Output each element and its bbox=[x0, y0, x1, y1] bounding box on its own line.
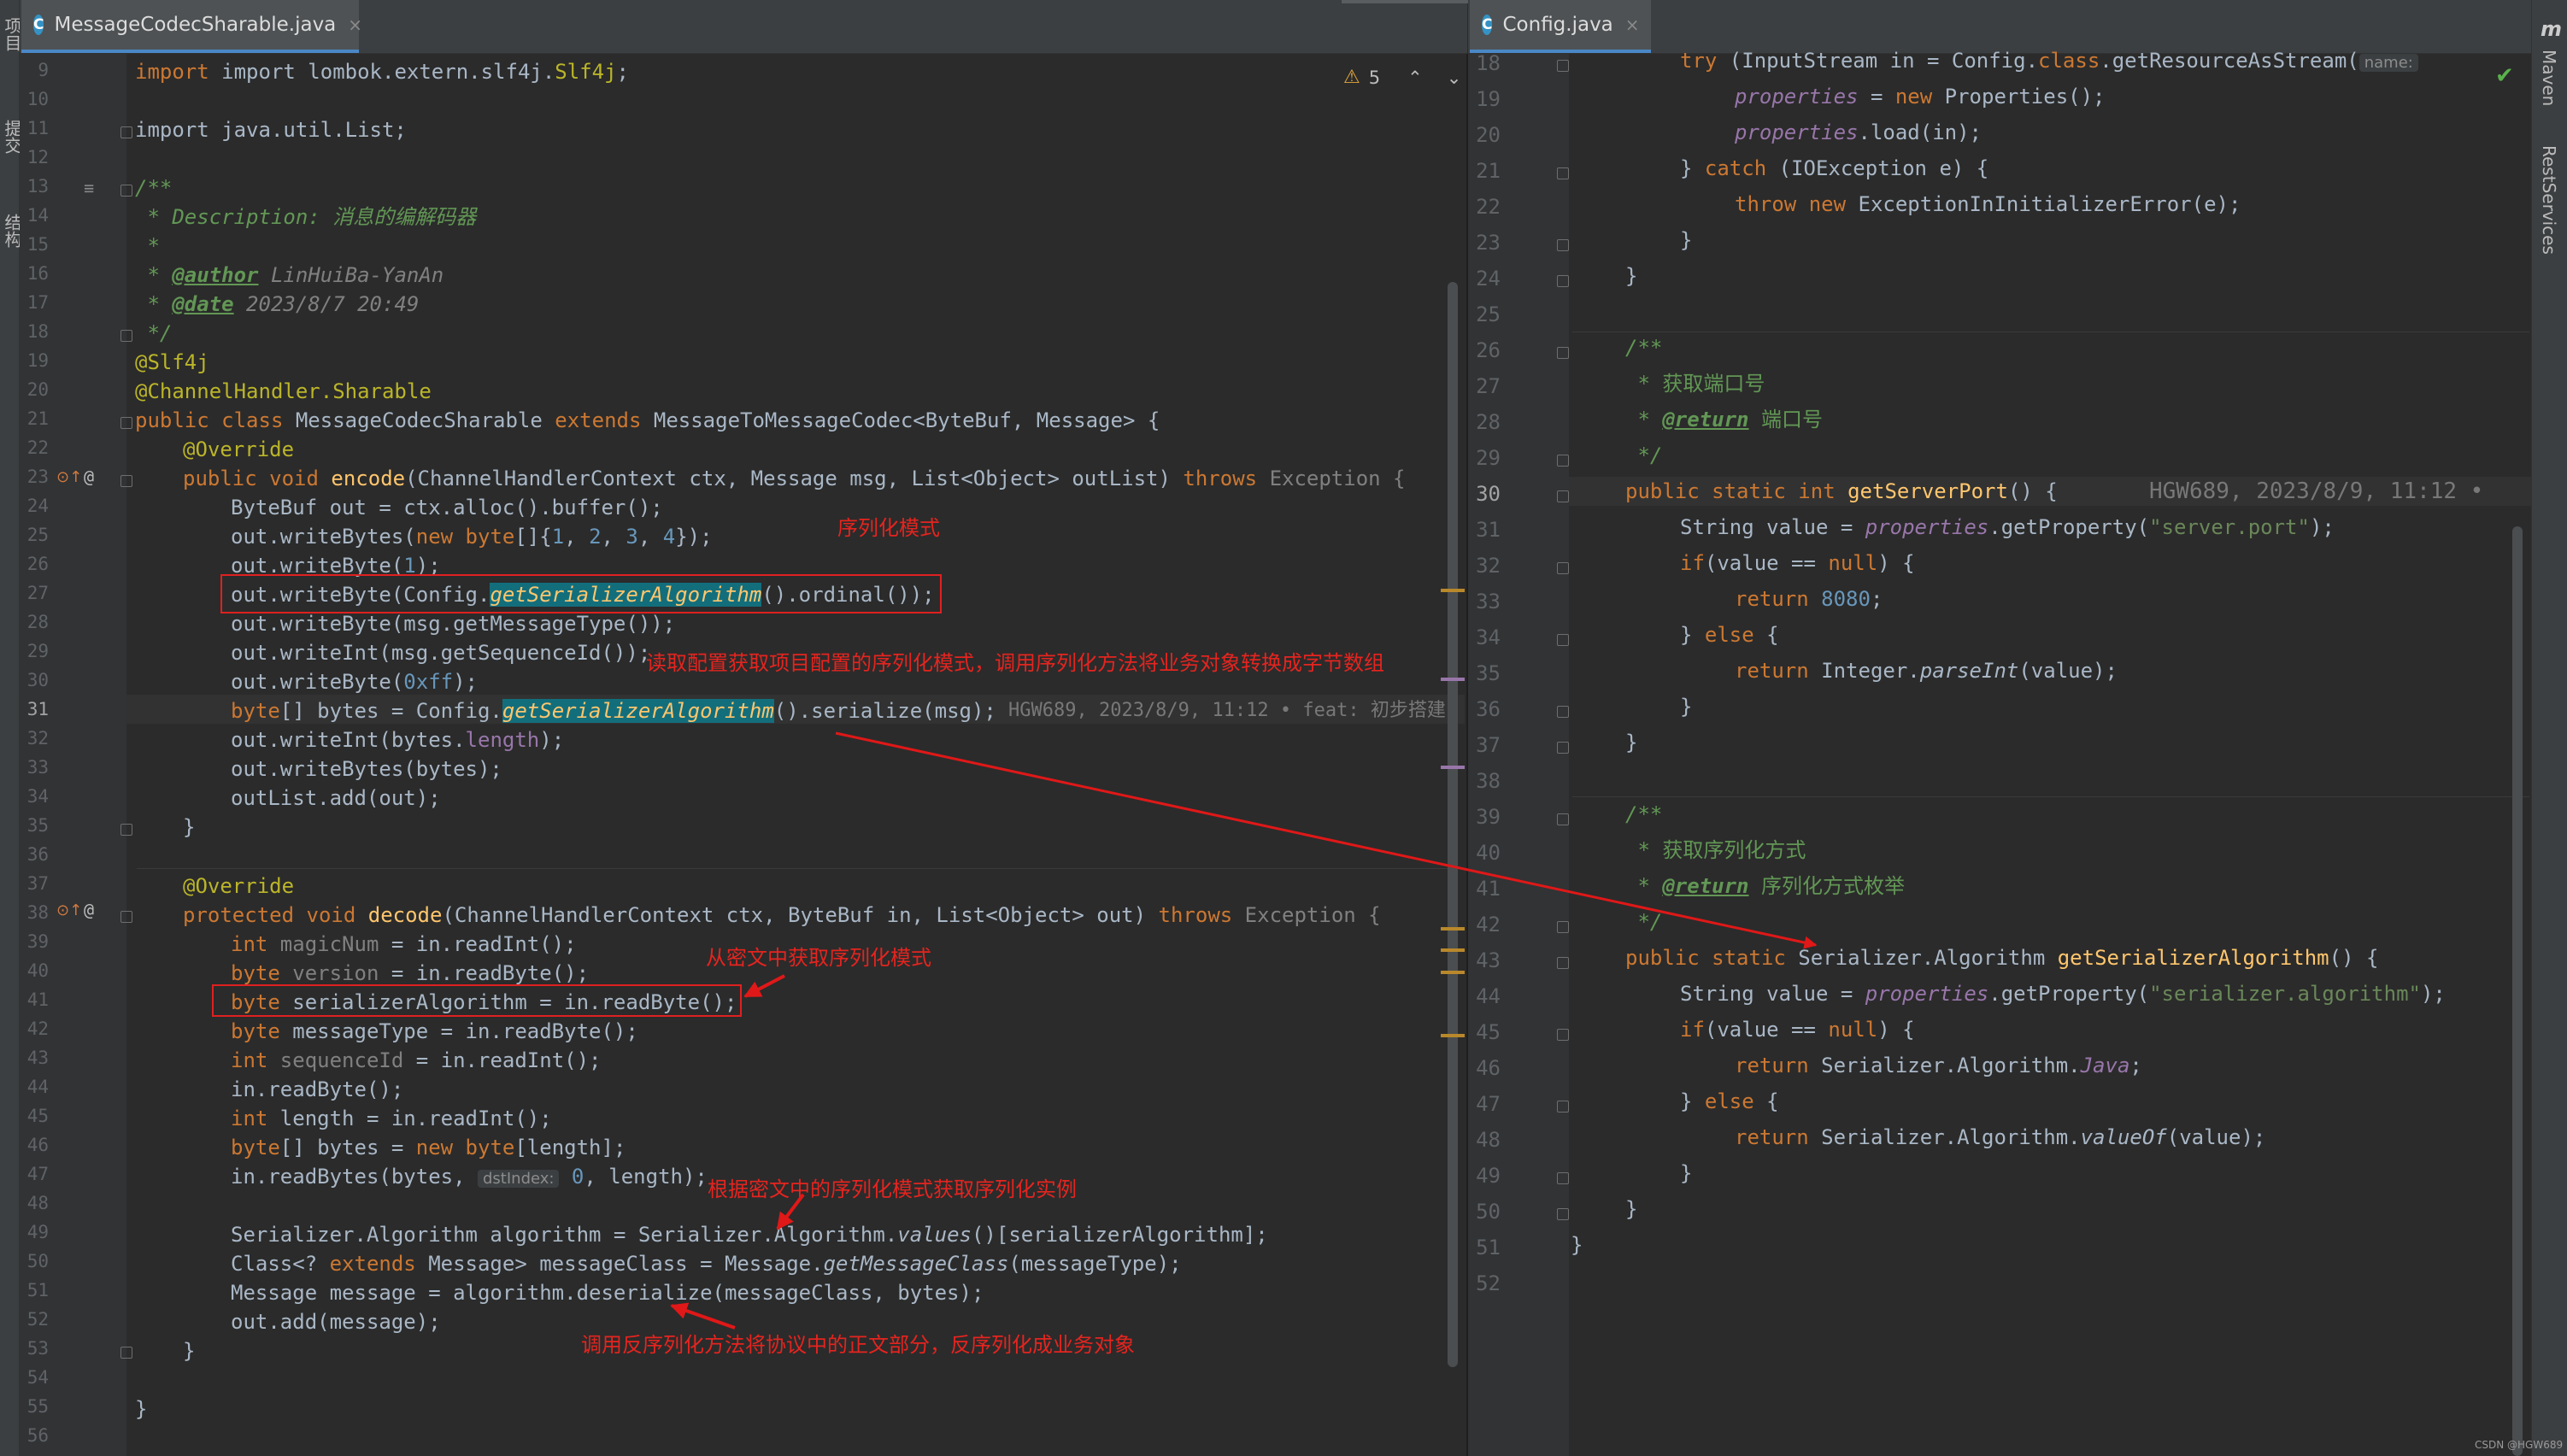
fold-icon[interactable] bbox=[1557, 239, 1569, 251]
fold-icon[interactable] bbox=[1557, 60, 1569, 72]
arrow-to-deserialize bbox=[670, 1302, 736, 1330]
fold-icon[interactable] bbox=[1557, 1208, 1569, 1220]
fold-icon[interactable] bbox=[1557, 921, 1569, 933]
fold-icon[interactable] bbox=[1557, 347, 1569, 359]
watermark: CSDN @HGW689 bbox=[2475, 1439, 2564, 1451]
fold-icon[interactable] bbox=[1557, 490, 1569, 502]
fold-icon[interactable] bbox=[120, 330, 132, 342]
fold-icon[interactable] bbox=[1557, 562, 1569, 574]
arrow-to-readbyte bbox=[743, 974, 785, 998]
fold-icon[interactable] bbox=[1557, 167, 1569, 179]
fold-icon[interactable] bbox=[120, 417, 132, 429]
fold-icon[interactable] bbox=[120, 185, 132, 197]
fold-icon[interactable] bbox=[120, 911, 132, 923]
fold-icon[interactable] bbox=[120, 824, 132, 836]
fold-icon[interactable] bbox=[1557, 1172, 1569, 1184]
fold-icon[interactable] bbox=[1557, 813, 1569, 825]
annotation-arrows bbox=[670, 731, 1818, 1330]
fold-icon[interactable] bbox=[120, 126, 132, 138]
fold-icon[interactable] bbox=[1557, 706, 1569, 718]
fold-icon[interactable] bbox=[1557, 1101, 1569, 1113]
fold-icon[interactable] bbox=[120, 475, 132, 487]
arrow-to-config-method bbox=[835, 731, 1818, 949]
fold-icon[interactable] bbox=[120, 1347, 132, 1359]
fold-icon[interactable] bbox=[1557, 275, 1569, 287]
fold-icon[interactable] bbox=[1557, 1029, 1569, 1041]
fold-icon[interactable] bbox=[1557, 634, 1569, 646]
fold-icon[interactable] bbox=[1557, 455, 1569, 467]
fold-icon[interactable] bbox=[1557, 957, 1569, 969]
arrow-to-values bbox=[776, 1193, 805, 1230]
fold-icon[interactable] bbox=[1557, 742, 1569, 754]
